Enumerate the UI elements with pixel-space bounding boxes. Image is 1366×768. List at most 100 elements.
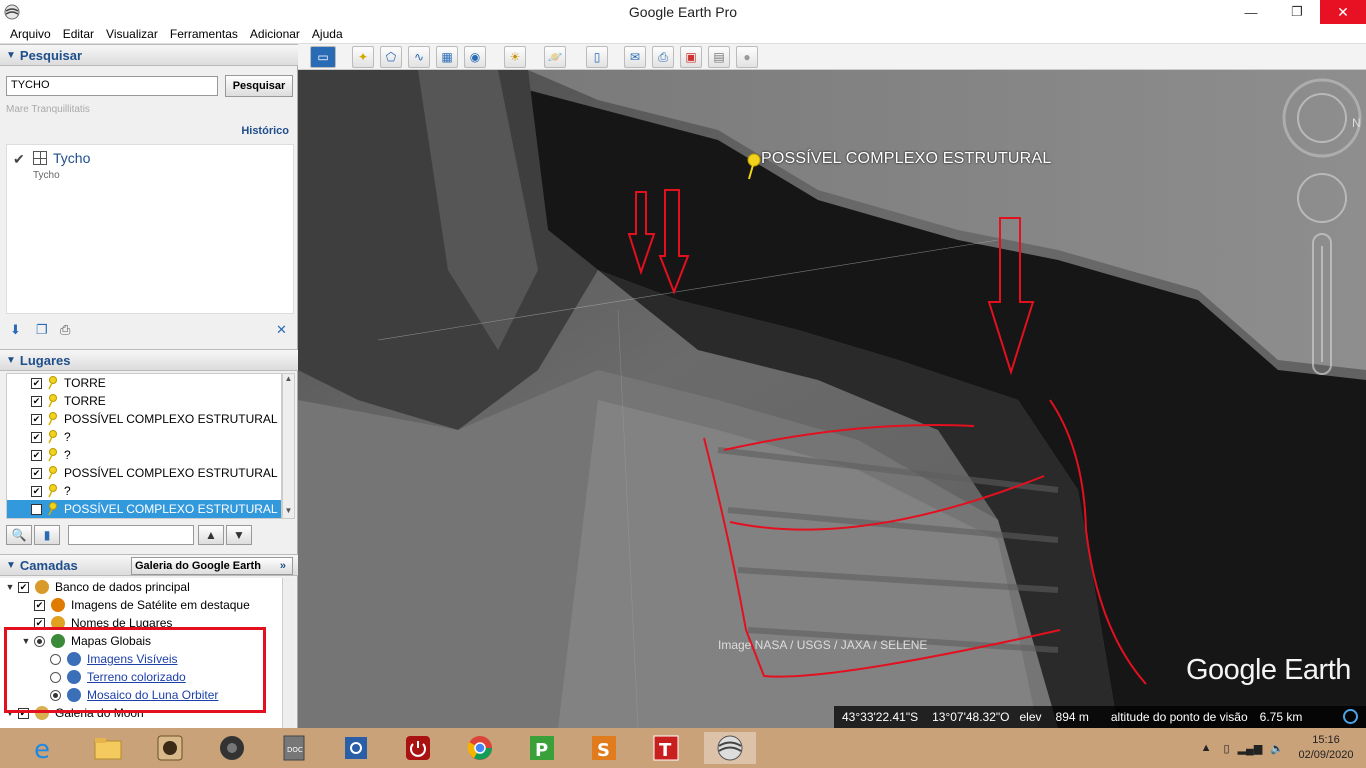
layer-item[interactable]: ▼ ✔ Banco de dados principal [0, 578, 282, 596]
place-item[interactable]: ✔? [7, 482, 281, 500]
earth-gallery-button[interactable]: Galeria do Google Earth » [131, 557, 293, 575]
place-item[interactable]: ✔ TORRE [7, 392, 281, 410]
maximize-button[interactable]: ❐ [1274, 0, 1320, 24]
compass-ring-icon[interactable]: N [1282, 78, 1362, 158]
layer-checkbox[interactable]: ✔ [18, 581, 29, 593]
places-scrollbar[interactable]: ▲ ▼ [282, 373, 295, 519]
places-search-button[interactable]: 🔍 [6, 525, 32, 545]
settings-app-icon[interactable] [338, 732, 374, 764]
place-item[interactable]: ✔ POSSÍVEL COMPLEXO ESTRUTURAL [7, 464, 281, 482]
layer-radio[interactable] [50, 653, 61, 665]
result-title[interactable]: Tycho [53, 150, 90, 166]
layer-radio[interactable] [50, 671, 61, 683]
navigation-controls[interactable]: N [1282, 78, 1364, 378]
wps-spreadsheet-icon[interactable]: S [586, 732, 622, 764]
document-app-icon[interactable]: DOC [276, 732, 312, 764]
search-input[interactable]: TYCHO [6, 76, 218, 96]
places-section-header[interactable]: ▼ Lugares [0, 349, 298, 371]
switch-planet-button[interactable]: 🪐 [544, 46, 566, 68]
sunlight-button[interactable]: ☀ [504, 46, 526, 68]
layer-item[interactable]: ✔ Imagens de Satélite em destaque [0, 596, 282, 614]
scroll-down-icon[interactable]: ▼ [283, 506, 294, 518]
place-checkbox[interactable]: ✔ [31, 395, 42, 407]
menu-ferramentas[interactable]: Ferramentas [170, 27, 238, 41]
add-polygon-button[interactable]: ⬠ [380, 46, 402, 68]
menu-arquivo[interactable]: Arquivo [10, 27, 51, 41]
layer-checkbox[interactable]: ✔ [18, 707, 29, 719]
layer-item[interactable]: Imagens Visíveis [0, 650, 282, 668]
save-image-button[interactable]: ▣ [680, 46, 702, 68]
file-explorer-icon[interactable] [90, 732, 126, 764]
history-link[interactable]: Histórico [241, 125, 289, 137]
place-item[interactable]: ✔ POSSÍVEL COMPLEXO ESTRUTURAL [7, 410, 281, 428]
email-button[interactable]: ✉ [624, 46, 646, 68]
move-up-button[interactable]: ▲ [198, 525, 224, 545]
search-section-header[interactable]: ▼ Pesquisar [0, 44, 298, 66]
add-overlay-button[interactable]: ▦ [436, 46, 458, 68]
search-button[interactable]: Pesquisar [225, 75, 293, 97]
layer-item[interactable]: ▼ ✔ Galeria do Moon [0, 704, 282, 722]
place-checkbox[interactable]: ✔ [31, 467, 42, 479]
ruler-button[interactable]: ▯ [586, 46, 608, 68]
place-checkbox[interactable]: ✔ [31, 431, 42, 443]
layers-scrollbar[interactable] [282, 578, 295, 728]
battery-icon[interactable]: ▯ [1224, 742, 1230, 755]
moon-button[interactable]: ● [736, 46, 758, 68]
volume-icon[interactable]: 🔈 [1270, 742, 1284, 755]
layer-item[interactable]: ▼ Mapas Globais [0, 632, 282, 650]
toggle-panel-button[interactable]: ▮ [34, 525, 60, 545]
place-checkbox[interactable]: ✔ [31, 485, 42, 497]
copy-icon[interactable]: ❐ [36, 322, 52, 338]
place-item[interactable]: ✔ TORRE [7, 374, 281, 392]
layer-checkbox[interactable]: ✔ [34, 599, 45, 611]
menu-editar[interactable]: Editar [63, 27, 94, 41]
record-tour-button[interactable]: ◉ [464, 46, 486, 68]
wps-writer-icon[interactable]: T [648, 732, 684, 764]
menu-visualizar[interactable]: Visualizar [106, 27, 158, 41]
yellow-pushpin-icon[interactable] [744, 153, 762, 181]
place-item[interactable]: ✔? [7, 428, 281, 446]
close-button[interactable]: ✕ [1320, 0, 1366, 24]
layer-radio[interactable] [34, 635, 45, 647]
speaker-app-icon[interactable] [214, 732, 250, 764]
scroll-up-icon[interactable]: ▲ [283, 374, 294, 386]
tray-chevron-icon[interactable]: ▲ [1201, 742, 1212, 754]
place-checkbox[interactable]: ✔ [31, 449, 42, 461]
place-checkbox[interactable]: ✔ [31, 413, 42, 425]
place-item[interactable]: ✔ POSSÍVEL COMPLEXO ESTRUTURAL [7, 500, 281, 518]
media-player-icon[interactable] [152, 732, 188, 764]
clock[interactable]: 15:16 02/09/2020 [1294, 733, 1358, 763]
minimize-button[interactable]: — [1228, 0, 1274, 24]
map-view[interactable]: POSSÍVEL COMPLEXO ESTRUTURAL Image NASA … [298, 70, 1366, 728]
layer-checkbox[interactable]: ✔ [34, 617, 45, 629]
add-placemark-button[interactable]: ✦ [352, 46, 374, 68]
power-app-icon[interactable] [400, 732, 436, 764]
wps-presentation-icon[interactable]: P [524, 732, 560, 764]
place-checkbox[interactable]: ✔ [31, 377, 42, 389]
layer-item[interactable]: Mosaico do Luna Orbiter [0, 686, 282, 704]
places-filter-input[interactable] [68, 525, 194, 545]
menu-adicionar[interactable]: Adicionar [250, 27, 300, 41]
place-checkbox[interactable]: ✔ [31, 503, 42, 515]
layer-radio[interactable] [50, 689, 61, 701]
zoom-slider[interactable] [1312, 233, 1332, 375]
look-joystick-icon[interactable] [1297, 173, 1347, 223]
internet-explorer-icon[interactable]: e [28, 732, 64, 764]
signal-icon[interactable]: ▂▄▆ [1238, 742, 1263, 755]
save-to-places-icon[interactable]: ⬇ [10, 322, 26, 338]
expand-triangle-icon[interactable]: ▼ [4, 582, 16, 592]
layer-item[interactable]: Terreno colorizado [0, 668, 282, 686]
place-item[interactable]: ✔? [7, 446, 281, 464]
layer-item[interactable]: ✔ Nomes de Lugares [0, 614, 282, 632]
layers-section-header[interactable]: ▼ Camadas Galeria do Google Earth » [0, 554, 298, 576]
menu-ajuda[interactable]: Ajuda [312, 27, 343, 41]
add-path-button[interactable]: ∿ [408, 46, 430, 68]
expand-triangle-icon[interactable]: ▼ [4, 708, 16, 718]
chrome-icon[interactable] [462, 732, 498, 764]
clear-search-icon[interactable]: ✕ [276, 322, 292, 338]
print-button[interactable]: ⎙ [652, 46, 674, 68]
move-down-button[interactable]: ▼ [226, 525, 252, 545]
view-maps-button[interactable]: ▤ [708, 46, 730, 68]
placemark-label[interactable]: POSSÍVEL COMPLEXO ESTRUTURAL [761, 150, 1051, 168]
expand-triangle-icon[interactable]: ▼ [20, 636, 32, 646]
